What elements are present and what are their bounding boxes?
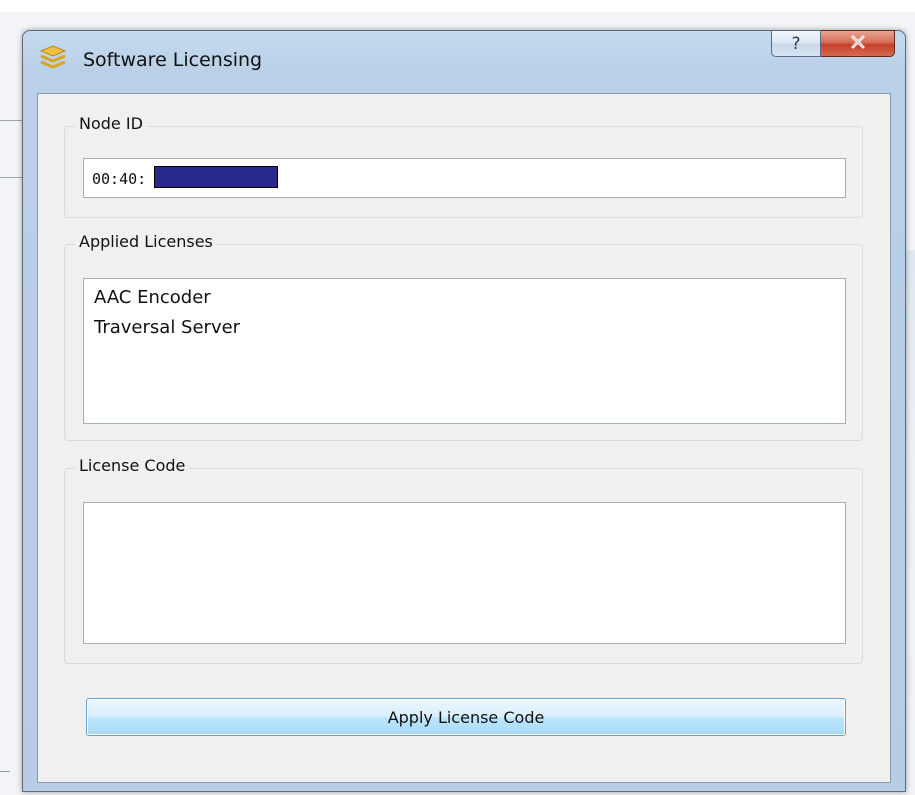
node-id-field[interactable]: 00:40: [83,158,846,198]
software-licensing-dialog: Software Licensing ? Node ID 00:40: Appl… [22,30,906,792]
help-icon: ? [791,33,801,54]
apply-license-code-button[interactable]: Apply License Code [86,698,846,736]
help-button[interactable]: ? [771,30,821,57]
applied-licenses-list[interactable]: AAC Encoder Traversal Server [83,278,846,424]
caption-buttons: ? [771,30,895,57]
window-title: Software Licensing [83,49,263,71]
applied-licenses-label: Applied Licenses [75,232,217,251]
title-bar[interactable]: Software Licensing ? [23,30,905,91]
close-button[interactable] [821,30,895,57]
applied-licenses-group: Applied Licenses AAC Encoder Traversal S… [64,232,863,441]
layers-icon [39,45,67,71]
list-item[interactable]: AAC Encoder [84,283,845,313]
apply-button-label: Apply License Code [387,707,545,727]
license-code-label: License Code [75,456,190,475]
list-item[interactable]: Traversal Server [84,313,845,343]
background-top [0,0,915,12]
background-divider [0,771,10,772]
dialog-client-area: Node ID 00:40: Applied Licenses AAC Enco… [37,93,891,783]
redaction-box [154,166,278,188]
close-icon [850,34,866,53]
node-id-label: Node ID [75,114,147,133]
node-id-group: Node ID 00:40: [64,114,863,218]
node-id-value: 00:40: [92,170,147,188]
license-code-input[interactable] [83,502,846,644]
license-code-group: License Code [64,456,863,664]
